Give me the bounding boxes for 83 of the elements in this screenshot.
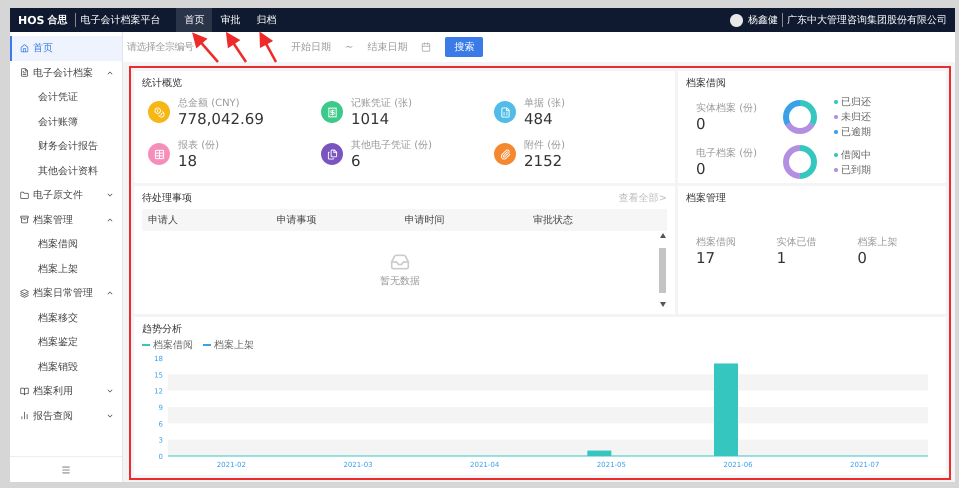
sidebar-item[interactable]: 电子原文件 (10, 183, 122, 208)
annotation-arrow (226, 32, 248, 63)
sidebar-subitem[interactable]: 档案上架 (10, 256, 122, 281)
scroll-down-icon[interactable] (660, 302, 666, 307)
column-header: 申请人 (148, 214, 179, 227)
stat-value: 18 (178, 152, 198, 170)
card-title: 档案管理 (686, 192, 727, 205)
sidebar-item[interactable]: 电子会计档案 (10, 60, 122, 85)
card-title: 待处理事项 (142, 192, 192, 205)
stat-value: 0 (696, 115, 707, 133)
stat-value: 484 (524, 110, 554, 128)
stat-value: 0 (857, 249, 868, 267)
menu-item-icon (20, 68, 29, 78)
sidebar-item[interactable]: 首页 (10, 36, 122, 60)
stat-label: 电子档案 (份) (696, 146, 758, 160)
menu-item-icon (20, 386, 29, 396)
legend-label: 已到期 (841, 164, 871, 176)
sidebar-subitem[interactable]: 其他会计资料 (10, 158, 122, 183)
card-title: 趋势分析 (142, 322, 183, 336)
sidebar-subitem[interactable]: 档案移交 (10, 306, 122, 330)
menu-item-icon (20, 215, 29, 224)
scrollbar[interactable] (658, 231, 667, 309)
stat-label: 实体已借 (776, 236, 818, 249)
nav-tab[interactable]: 首页 (176, 8, 212, 32)
column-header: 审批状态 (532, 214, 574, 227)
sidebar-subitem[interactable]: 会计账簿 (10, 110, 122, 134)
date-separator: ~ (345, 42, 354, 52)
company-name: 广东中大管理咨询集团股份有限公司 (782, 13, 947, 27)
annotation-arrow (259, 31, 278, 63)
sidebar-subitem[interactable]: 财务会计报告 (10, 134, 122, 158)
brand-name: 合思 (47, 14, 68, 27)
legend-label: 已归还 (841, 96, 871, 109)
avatar-icon[interactable] (730, 14, 743, 26)
sidebar-item[interactable]: 报告查阅 (10, 404, 122, 428)
stat-label: 档案借阅 (696, 236, 737, 249)
card-title: 档案借阅 (686, 76, 727, 90)
stat-value: 778,042.69 (178, 110, 264, 128)
stat-value: 1014 (351, 110, 390, 128)
menu-item-icon (20, 44, 29, 53)
menu-icon[interactable] (61, 464, 71, 474)
stat-label: 单据 (张) (524, 96, 565, 110)
stat-value: 1 (776, 249, 788, 267)
stat-label: 附件 (份) (524, 139, 565, 152)
column-header: 申请时间 (404, 214, 446, 227)
menu-item-icon (20, 288, 29, 298)
nav-tab[interactable]: 审批 (212, 8, 248, 32)
scroll-up-icon[interactable] (660, 233, 666, 238)
card-title: 统计概览 (142, 76, 183, 90)
legend-label[interactable]: 档案借阅 (153, 338, 193, 352)
stat-label: 实体档案 (份) (696, 102, 758, 115)
sidebar-subitem[interactable]: 档案借阅 (10, 232, 122, 256)
search-button[interactable]: 搜索 (445, 37, 484, 57)
legend-label: 已逾期 (841, 126, 871, 139)
legend-label[interactable]: 档案上架 (214, 338, 254, 352)
stat-value: 2152 (524, 152, 564, 170)
column-header: 申请事项 (276, 214, 318, 227)
sidebar-subitem[interactable]: 档案鉴定 (10, 330, 122, 354)
stat-label: 档案上架 (857, 236, 898, 249)
stat-value: 0 (696, 160, 707, 178)
nav-tab[interactable]: 归档 (248, 8, 284, 32)
stat-value: 17 (696, 249, 716, 267)
sidebar-item[interactable]: 档案利用 (10, 379, 122, 404)
stat-label: 总金额 (CNY) (178, 96, 241, 110)
stat-label: 报表 (份) (178, 138, 219, 152)
annotation-arrow (192, 32, 219, 63)
product-name: 电子会计档案平台 (75, 13, 160, 27)
legend-label: 未归还 (841, 110, 871, 124)
empty-inbox-icon (390, 252, 410, 272)
stat-value: 6 (351, 152, 362, 170)
stat-label: 其他电子凭证 (份) (351, 138, 432, 152)
sidebar-subitem[interactable]: 会计凭证 (10, 85, 122, 110)
menu-item-icon (20, 190, 29, 200)
legend-label: 借阅中 (841, 148, 871, 162)
user-name: 杨鑫健 (748, 14, 778, 27)
menu-item-icon (20, 411, 29, 420)
sidebar-subitem[interactable]: 档案销毁 (10, 354, 122, 379)
sidebar-item[interactable]: 档案日常管理 (10, 281, 122, 306)
logo: HOS (18, 14, 44, 26)
empty-text: 暂无数据 (380, 274, 420, 288)
stat-label: 记账凭证 (张) (351, 96, 412, 110)
sidebar-item[interactable]: 档案管理 (10, 208, 122, 232)
donut-chart-drawing (782, 99, 818, 135)
donut-chart-drawing (782, 144, 818, 180)
